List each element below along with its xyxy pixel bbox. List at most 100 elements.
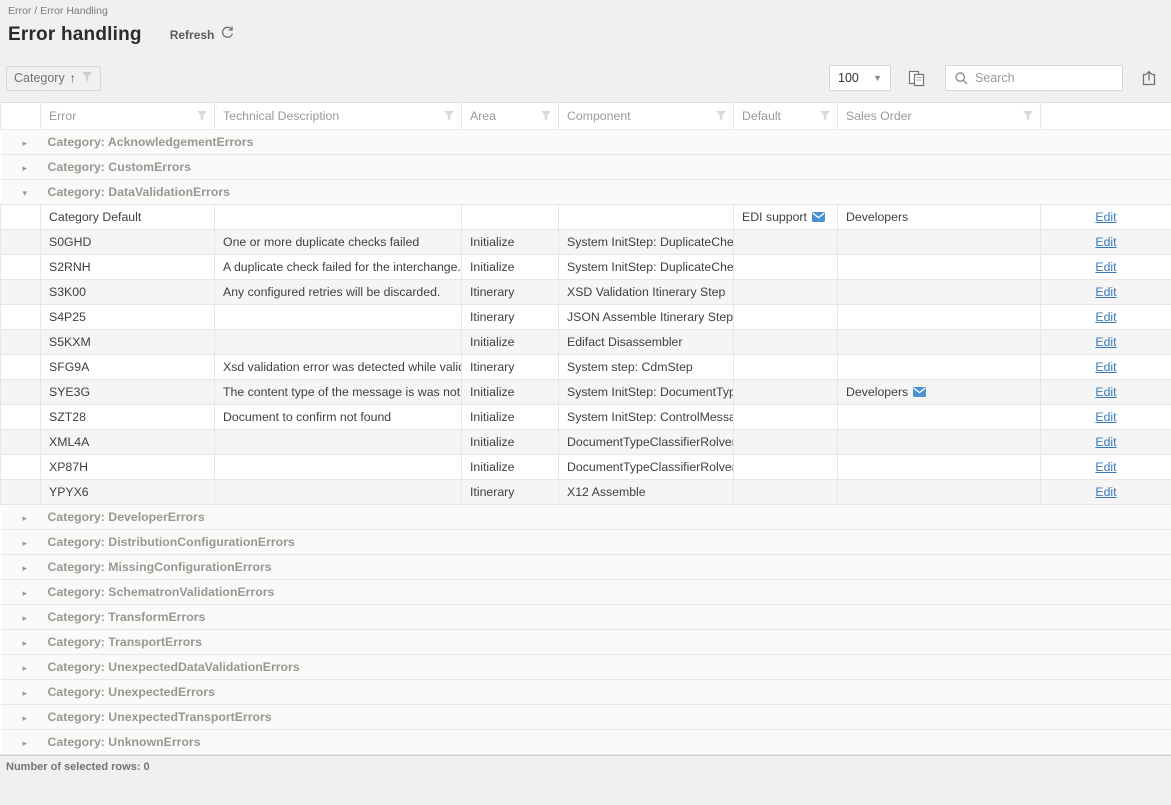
error-row-ypyx6[interactable]: YPYX6ItineraryX12 AssembleEdit: [1, 480, 1171, 505]
group-row-category-acknowledgementerrors[interactable]: ▸Category: AcknowledgementErrors: [1, 130, 1171, 155]
column-header-error[interactable]: Error: [41, 103, 215, 130]
error-row-xp87h[interactable]: XP87HInitializeDocumentTypeClassifierRol…: [1, 455, 1171, 480]
error-row-szt28[interactable]: SZT28Document to confirm not foundInitia…: [1, 405, 1171, 430]
group-row-category-customerrors[interactable]: ▸ Category: CustomErrors: [1, 155, 1171, 180]
expand-icon[interactable]: ▸: [23, 513, 33, 524]
error-row-s3k00[interactable]: S3K00Any configured retries will be disc…: [1, 280, 1171, 305]
group-row-category-transformerrors[interactable]: ▸Category: TransformErrors: [1, 605, 1171, 630]
column-chooser-button[interactable]: [904, 66, 928, 90]
group-row-category-transporterrors[interactable]: ▸ Category: TransportErrors: [1, 630, 1171, 655]
group-label: Category: CustomErrors: [48, 160, 192, 174]
edit-link[interactable]: Edit: [1095, 210, 1116, 224]
mail-icon[interactable]: [913, 387, 926, 397]
expand-icon[interactable]: ▸: [23, 163, 33, 174]
column-header-technical-description[interactable]: Technical Description: [215, 103, 462, 130]
cell-area: Initialize: [462, 330, 559, 355]
cell-error: S5KXM: [41, 330, 215, 355]
expand-icon[interactable]: ▸: [23, 688, 33, 699]
edit-link[interactable]: Edit: [1095, 235, 1116, 249]
cell-sales-order: [838, 405, 1041, 430]
filter-icon[interactable]: [715, 110, 727, 122]
cell-default: [734, 405, 838, 430]
group-label: Category: TransportErrors: [48, 635, 202, 649]
group-label: Category: UnexpectedErrors: [48, 685, 215, 699]
edit-link[interactable]: Edit: [1095, 360, 1116, 374]
error-row-xml4a[interactable]: XML4AInitializeDocumentTypeClassifierRol…: [1, 430, 1171, 455]
filter-icon[interactable]: [196, 110, 208, 122]
cell-sales-order: [838, 305, 1041, 330]
cell-default: [734, 280, 838, 305]
cell-sales-order: [838, 480, 1041, 505]
filter-icon[interactable]: [540, 110, 552, 122]
column-header-default[interactable]: Default: [734, 103, 838, 130]
cell-actions: Edit: [1041, 480, 1171, 505]
edit-link[interactable]: Edit: [1095, 460, 1116, 474]
edit-link[interactable]: Edit: [1095, 435, 1116, 449]
cell-component: System step: CdmStep: [559, 355, 734, 380]
edit-link[interactable]: Edit: [1095, 410, 1116, 424]
error-row-s5kxm[interactable]: S5KXMInitializeEdifact DisassemblerEdit: [1, 330, 1171, 355]
expand-icon[interactable]: ▸: [23, 713, 33, 724]
column-header-sales-order[interactable]: Sales Order: [838, 103, 1041, 130]
expand-icon[interactable]: ▸: [23, 613, 33, 624]
group-row-category-unknownerrors[interactable]: ▸Category: UnknownErrors: [1, 730, 1171, 755]
group-row-category-distributionconfigurationerrors[interactable]: ▸Category: DistributionConfigurationErro…: [1, 530, 1171, 555]
expand-icon[interactable]: ▸: [23, 738, 33, 749]
group-row-category-schematronvalidationerrors[interactable]: ▸Category: SchematronValidationErrors: [1, 580, 1171, 605]
edit-link[interactable]: Edit: [1095, 385, 1116, 399]
refresh-icon: [220, 25, 235, 45]
cell-expand: [1, 305, 41, 330]
group-row-category-unexpectedtransporterrors[interactable]: ▸Category: UnexpectedTransportErrors: [1, 705, 1171, 730]
error-row-category-default[interactable]: Category DefaultEDI supportDevelopersEdi…: [1, 205, 1171, 230]
column-header-component[interactable]: Component: [559, 103, 734, 130]
page-title: Error handling: [8, 24, 142, 46]
cell-default: [734, 330, 838, 355]
filter-icon[interactable]: [1022, 110, 1034, 122]
group-row-category-developererrors[interactable]: ▸Category: DeveloperErrors: [1, 505, 1171, 530]
column-label: Area: [470, 109, 496, 123]
cell-error: S0GHD: [41, 230, 215, 255]
column-label: Technical Description: [223, 109, 339, 123]
export-button[interactable]: [1137, 66, 1161, 90]
expand-icon[interactable]: ▸: [23, 138, 33, 149]
mail-icon[interactable]: [812, 212, 825, 222]
cell-component: [559, 205, 734, 230]
expand-icon[interactable]: ▸: [23, 663, 33, 674]
edit-link[interactable]: Edit: [1095, 310, 1116, 324]
group-row-category-unexpecteddatavalidationerrors[interactable]: ▸Category: UnexpectedDataValidationError…: [1, 655, 1171, 680]
edit-link[interactable]: Edit: [1095, 260, 1116, 274]
group-by-category-chip[interactable]: Category ↑: [6, 66, 101, 91]
group-row-category-unexpectederrors[interactable]: ▸ Category: UnexpectedErrors: [1, 680, 1171, 705]
filter-icon[interactable]: [81, 71, 93, 86]
cell-error: Category Default: [41, 205, 215, 230]
error-row-s2rnh[interactable]: S2RNHA duplicate check failed for the in…: [1, 255, 1171, 280]
cell-area: [462, 205, 559, 230]
cell-actions: Edit: [1041, 255, 1171, 280]
error-row-s4p25[interactable]: S4P25ItineraryJSON Assemble Itinerary St…: [1, 305, 1171, 330]
edit-link[interactable]: Edit: [1095, 285, 1116, 299]
error-row-s0ghd[interactable]: S0GHDOne or more duplicate checks failed…: [1, 230, 1171, 255]
page-size-select[interactable]: 100 ▼: [829, 65, 891, 91]
cell-expand: [1, 230, 41, 255]
column-header-area[interactable]: Area: [462, 103, 559, 130]
cell-technical-description: [215, 205, 462, 230]
filter-icon[interactable]: [819, 110, 831, 122]
expand-icon[interactable]: ▸: [23, 638, 33, 649]
cell-error: S3K00: [41, 280, 215, 305]
expand-icon[interactable]: ▸: [23, 538, 33, 549]
refresh-button[interactable]: Refresh: [170, 25, 236, 45]
cell-area: Itinerary: [462, 280, 559, 305]
edit-link[interactable]: Edit: [1095, 335, 1116, 349]
filter-icon[interactable]: [443, 110, 455, 122]
group-row-category-missingconfigurationerrors[interactable]: ▸Category: MissingConfigurationErrors: [1, 555, 1171, 580]
edit-link[interactable]: Edit: [1095, 485, 1116, 499]
search-input[interactable]: [946, 66, 1122, 90]
error-row-sye3g[interactable]: SYE3GThe content type of the message is …: [1, 380, 1171, 405]
expand-icon[interactable]: ▸: [23, 563, 33, 574]
cell-sales-order: [838, 430, 1041, 455]
breadcrumb[interactable]: Error / Error Handling: [8, 5, 1163, 17]
group-row-category-datavalidationerrors[interactable]: ▾Category: DataValidationErrors: [1, 180, 1171, 205]
expand-icon[interactable]: ▸: [23, 588, 33, 599]
error-row-sfg9a[interactable]: SFG9AXsd validation error was detected w…: [1, 355, 1171, 380]
collapse-icon[interactable]: ▾: [23, 188, 33, 199]
